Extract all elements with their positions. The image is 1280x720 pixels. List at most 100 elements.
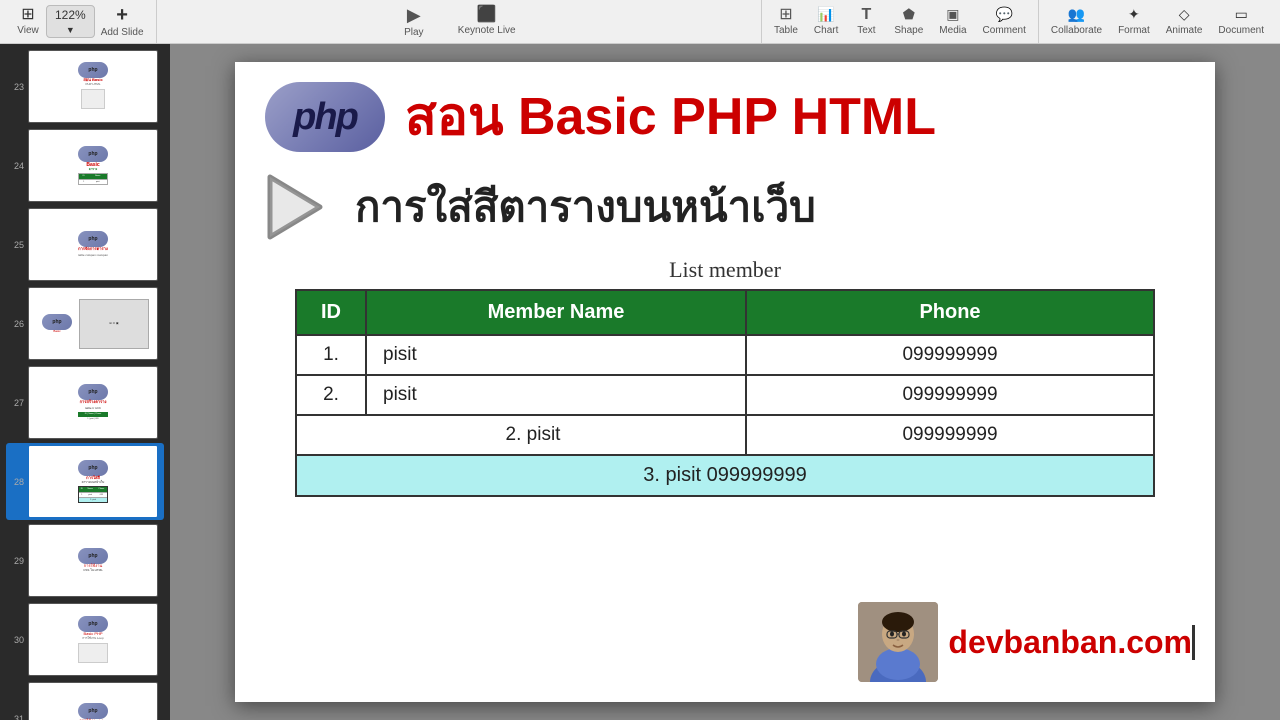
slide-panel: 23 php สอน Basic PHP HTML 24 php Basic ต… [0, 44, 170, 720]
view-label: View [17, 25, 39, 36]
slide-title: สอน Basic PHP HTML [405, 91, 936, 143]
table-header-row: ID Member Name Phone [296, 290, 1154, 335]
slide-number-26: 26 [8, 319, 24, 329]
collaborate-label: Collaborate [1051, 25, 1102, 36]
document-icon [1235, 7, 1248, 23]
zoom-chevron-icon: ▼ [66, 25, 75, 35]
cell-id-2: 2. [296, 375, 366, 415]
chart-button[interactable]: Chart [808, 5, 844, 38]
table-highlight-row: 3. pisit 099999999 [296, 455, 1154, 496]
slide-thumb-23[interactable]: 23 php สอน Basic PHP HTML [6, 48, 164, 125]
slide-thumb-24[interactable]: 24 php Basic ตาราง ID Name 1 pisit [6, 127, 164, 204]
slide-thumb-25[interactable]: 25 php การจัดการตาราง table colspan rows… [6, 206, 164, 283]
subtitle-section: การใส่สีตารางบนหน้าเว็บ [235, 172, 1215, 242]
animate-button[interactable]: Animate [1160, 5, 1209, 38]
slide-preview-31: php การใช้ Youtube ใน HTML ▶ YouTube [28, 682, 158, 720]
comment-button[interactable]: Comment [977, 5, 1032, 38]
chart-icon [817, 7, 834, 23]
cell-id-1: 1. [296, 335, 366, 375]
slide-canvas: php สอน Basic PHP HTML การใส่สีตารางบนหน… [235, 62, 1215, 702]
site-url-container: devbanban.com [948, 624, 1195, 661]
header-id: ID [296, 290, 366, 335]
text-button[interactable]: Text [848, 5, 884, 38]
animate-label: Animate [1166, 25, 1203, 36]
php-logo: php [265, 82, 385, 152]
format-label: Format [1118, 25, 1150, 36]
add-slide-button[interactable]: Add Slide [95, 3, 150, 40]
media-label: Media [939, 25, 966, 36]
thai-subtitle: การใส่สีตารางบนหน้าเว็บ [355, 174, 816, 240]
table-icon [779, 7, 792, 23]
slide-thumb-31[interactable]: 31 php การใช้ Youtube ใน HTML ▶ YouTube [6, 680, 164, 720]
slide-number-27: 27 [8, 398, 24, 408]
play-icon [407, 6, 421, 25]
comment-icon [996, 7, 1013, 23]
media-icon [946, 7, 959, 23]
cell-phone-2: 099999999 [746, 375, 1154, 415]
playback-group: Play ⬛ Keynote Live [157, 0, 762, 43]
keynote-live-button[interactable]: ⬛ Keynote Live [452, 5, 522, 38]
slide-number-28: 28 [8, 477, 24, 487]
table-row: 2. pisit 099999999 [296, 375, 1154, 415]
view-group: View 122% ▼ Add Slide [4, 0, 157, 43]
toolbar: View 122% ▼ Add Slide Play ⬛ Keynote Liv… [0, 0, 1280, 44]
document-label: Document [1218, 25, 1264, 36]
collaborate-icon [1068, 7, 1085, 23]
slide-preview-30: php Basic PHP การใช้งาน Loop [28, 603, 158, 676]
slide-preview-25: php การจัดการตาราง table colspan rowspan [28, 208, 158, 281]
slide-preview-27: php การสร้างตาราง table tr td th ID | Na… [28, 366, 158, 439]
slide-thumb-29[interactable]: 29 php การใช้งาน CSS ใน HTML [6, 522, 164, 599]
canvas-area[interactable]: php สอน Basic PHP HTML การใส่สีตารางบนหน… [170, 44, 1280, 720]
slide-number-30: 30 [8, 635, 24, 645]
format-icon [1128, 7, 1140, 23]
text-icon [861, 7, 871, 23]
slide-number-24: 24 [8, 161, 24, 171]
slide-thumb-30[interactable]: 30 php Basic PHP การใช้งาน Loop [6, 601, 164, 678]
document-button[interactable]: Document [1212, 5, 1270, 38]
slide-number-23: 23 [8, 82, 24, 92]
slide-number-25: 25 [8, 240, 24, 250]
slide-bottom: devbanban.com [858, 602, 1195, 682]
right-tools-group: Collaborate Format Animate Document [1039, 0, 1276, 43]
table-caption: List member [295, 257, 1155, 283]
slide-thumb-26[interactable]: 26 php Basic ⊞ ⊙ ▣ [6, 285, 164, 362]
insert-group: Table Chart Text Shape Media Comment [762, 0, 1039, 43]
slide-preview-28: php การใส่สี ตารางบนหน้าเว็บ ID Name Pho… [28, 445, 158, 518]
media-button[interactable]: Media [933, 5, 972, 38]
cursor [1192, 625, 1195, 660]
zoom-value: 122% [55, 8, 86, 22]
cell-name-2: pisit [366, 375, 746, 415]
slide-thumb-28[interactable]: 28 php การใส่สี ตารางบนหน้าเว็บ ID Name … [6, 443, 164, 520]
slide-preview-23: php สอน Basic PHP HTML [28, 50, 158, 123]
header-name: Member Name [366, 290, 746, 335]
arrow-icon [265, 172, 325, 242]
table-section: List member ID Member Name Phone 1. pisi… [235, 257, 1215, 497]
text-label: Text [857, 25, 875, 36]
table-button[interactable]: Table [768, 5, 804, 38]
view-icon [21, 7, 34, 23]
view-button[interactable]: View [10, 5, 46, 38]
cell-merged-phone: 099999999 [746, 415, 1154, 455]
cell-highlight: 3. pisit 099999999 [296, 455, 1154, 496]
php-logo-text: php [293, 96, 357, 139]
shape-icon [903, 7, 915, 23]
zoom-button[interactable]: 122% ▼ [46, 5, 95, 38]
table-label: Table [774, 25, 798, 36]
animate-icon [1179, 7, 1190, 23]
member-table: ID Member Name Phone 1. pisit 099999999 … [295, 289, 1155, 497]
add-slide-label: Add Slide [101, 27, 144, 38]
play-button[interactable]: Play [396, 4, 432, 40]
site-url: devbanban.com [948, 624, 1192, 661]
slide-number-31: 31 [8, 714, 24, 720]
format-button[interactable]: Format [1112, 5, 1156, 38]
add-icon [116, 5, 128, 25]
slide-header: php สอน Basic PHP HTML [235, 62, 1215, 162]
table-merged-row: 2. pisit 099999999 [296, 415, 1154, 455]
comment-label: Comment [983, 25, 1026, 36]
slide-thumb-27[interactable]: 27 php การสร้างตาราง table tr td th ID |… [6, 364, 164, 441]
avatar [858, 602, 938, 682]
shape-button[interactable]: Shape [888, 5, 929, 38]
collaborate-button[interactable]: Collaborate [1045, 5, 1108, 38]
slide-preview-24: php Basic ตาราง ID Name 1 pisit [28, 129, 158, 202]
avatar-image [858, 602, 938, 682]
